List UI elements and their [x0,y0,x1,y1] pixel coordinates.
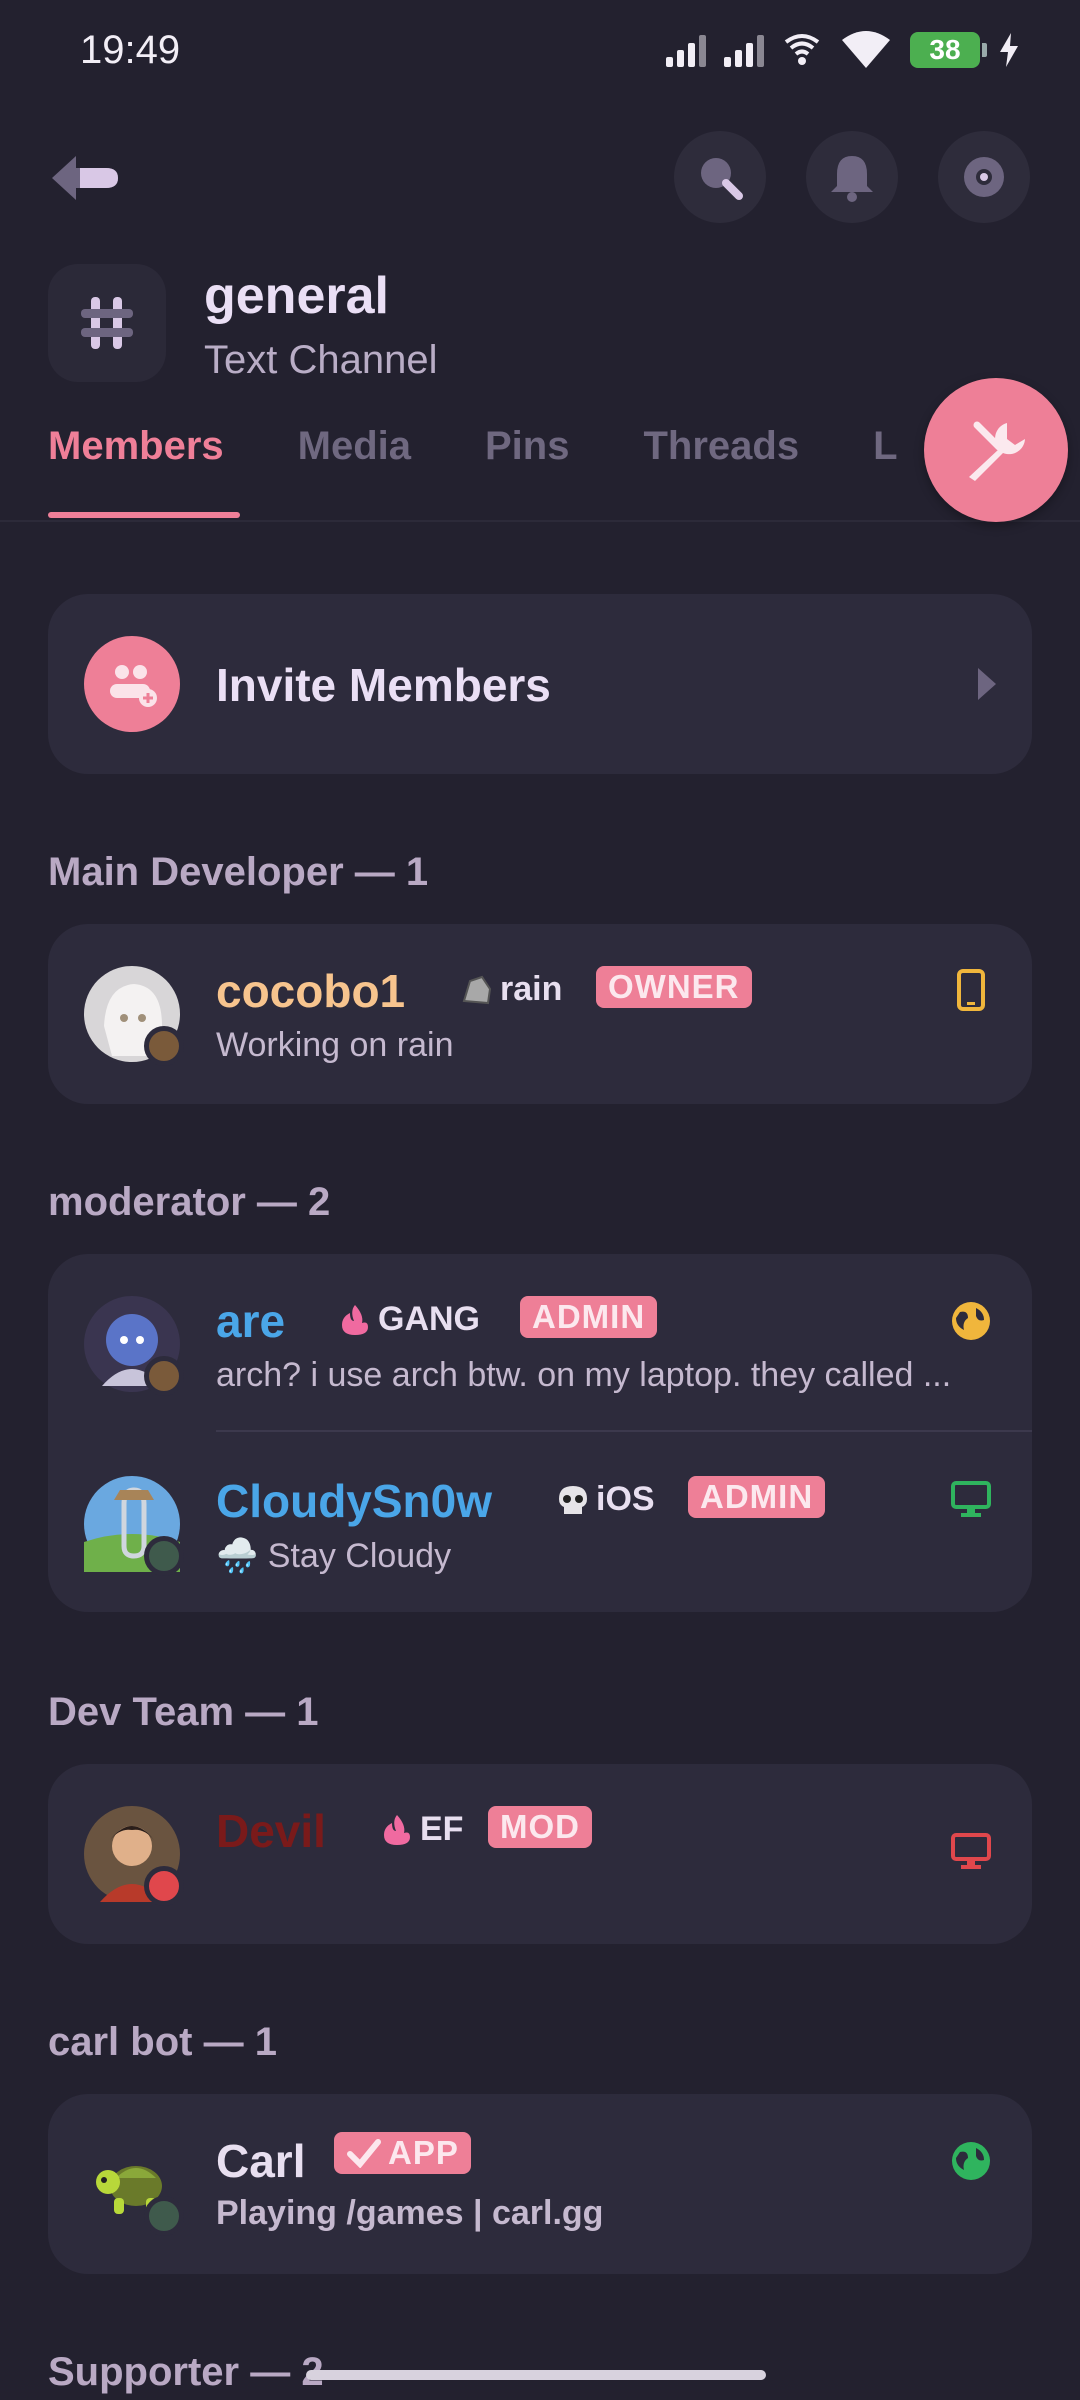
tools-button[interactable] [924,378,1068,522]
active-tab-indicator [48,512,240,518]
guild-tag: iOS [556,1480,655,1519]
section-header: Supporter — 2 [48,2350,324,2394]
member-name: Devil [216,1805,326,1857]
guild-tag-label: EF [420,1810,464,1848]
flame-icon [342,1304,368,1335]
avatar [84,1476,184,1576]
section-header: carl bot — 1 [48,2020,277,2064]
wifi-call-icon [784,34,820,65]
invite-icon [84,636,180,732]
flame-icon [384,1814,410,1845]
member-name: cocobo1 [216,965,406,1017]
member-status-text: Working on rain [216,1026,454,1064]
wrench-icon [969,421,1025,481]
tab-media[interactable]: Media [298,424,411,469]
section-header: Dev Team — 1 [48,1690,319,1734]
wifi-icon [842,31,890,68]
member-row-cloudysn0w[interactable] [84,1476,184,1576]
divider [0,520,1080,522]
charging-icon [1000,33,1018,67]
member-name: are [216,1295,286,1347]
guild-tag: rain [460,970,562,1009]
gear-icon [964,157,1004,197]
guild-tag-label: GANG [378,1300,480,1338]
settings-button[interactable] [938,131,1030,223]
rock-icon [462,975,492,1004]
member-card [48,2094,1032,2274]
globe-icon [952,2142,990,2180]
tab-members[interactable]: Members [48,424,224,469]
member-name: CloudySn0w [216,1475,493,1527]
guild-tag-label: iOS [596,1480,655,1518]
dnd-status-icon [144,1866,184,1906]
avatar [84,1806,184,1906]
member-row-are[interactable] [84,1296,184,1396]
chevron-right-icon [978,668,996,700]
channel-hash-icon [48,264,166,382]
member-status-text: 🌧️ Stay Cloudy [216,1537,452,1575]
section-header: Main Developer — 1 [48,850,429,894]
back-arrow-icon [52,156,118,200]
channel-type: Text Channel [204,338,438,382]
tab-links[interactable]: L [873,424,897,469]
idle-status-icon [144,1026,184,1066]
battery-icon: 38 [910,32,987,68]
globe-icon [952,1302,990,1340]
member-row-cocobo1[interactable] [84,966,184,1066]
tab-pins[interactable]: Pins [485,424,569,469]
signal-icon [666,33,706,67]
avatar [84,966,184,1066]
app-badge: APP [334,2132,471,2174]
back-button[interactable] [48,150,120,206]
idle-status-icon [144,1356,184,1396]
member-status-text: Playing /games | carl.gg [216,2194,604,2232]
search-icon [701,158,743,200]
section-header: moderator — 2 [48,1180,331,1224]
member-name: Carl [216,2135,306,2187]
desktop-device-icon [951,1481,991,1517]
bell-icon [831,156,873,202]
tab-bar: Members Media Pins Threads L [48,424,898,469]
tab-threads[interactable]: Threads [643,424,799,469]
role-badge: ADMIN [688,1476,826,1518]
notifications-button[interactable] [806,131,898,223]
badge-label: APP [388,2134,459,2171]
role-badge: ADMIN [520,1296,658,1338]
guild-tag: GANG [338,1300,480,1339]
role-badge: OWNER [596,966,752,1008]
guild-tag: EF [380,1810,463,1849]
mobile-device-icon [957,969,985,1011]
member-row-carl[interactable] [84,2136,184,2236]
signal-icon [724,33,764,67]
home-indicator[interactable] [306,2370,766,2380]
desktop-device-icon [951,1833,991,1869]
offline-status-icon [144,1536,184,1576]
channel-name: general [204,267,389,325]
invite-members-label: Invite Members [216,659,551,711]
member-card [48,924,1032,1104]
role-badge: MOD [488,1806,592,1848]
search-button[interactable] [674,131,766,223]
checkmark-icon [347,2139,381,2168]
status-icons: 38 [666,30,1020,70]
guild-tag-label: rain [500,970,563,1008]
row-divider [216,1430,1032,1432]
skull-icon [559,1485,587,1514]
avatar [84,2136,184,2236]
status-time: 19:49 [80,28,181,72]
member-status-text: arch? i use arch btw. on my laptop. they… [216,1356,952,1394]
offline-status-icon [144,2196,184,2236]
avatar [84,1296,184,1396]
member-row-devil[interactable] [84,1806,184,1906]
member-card [48,1764,1032,1944]
